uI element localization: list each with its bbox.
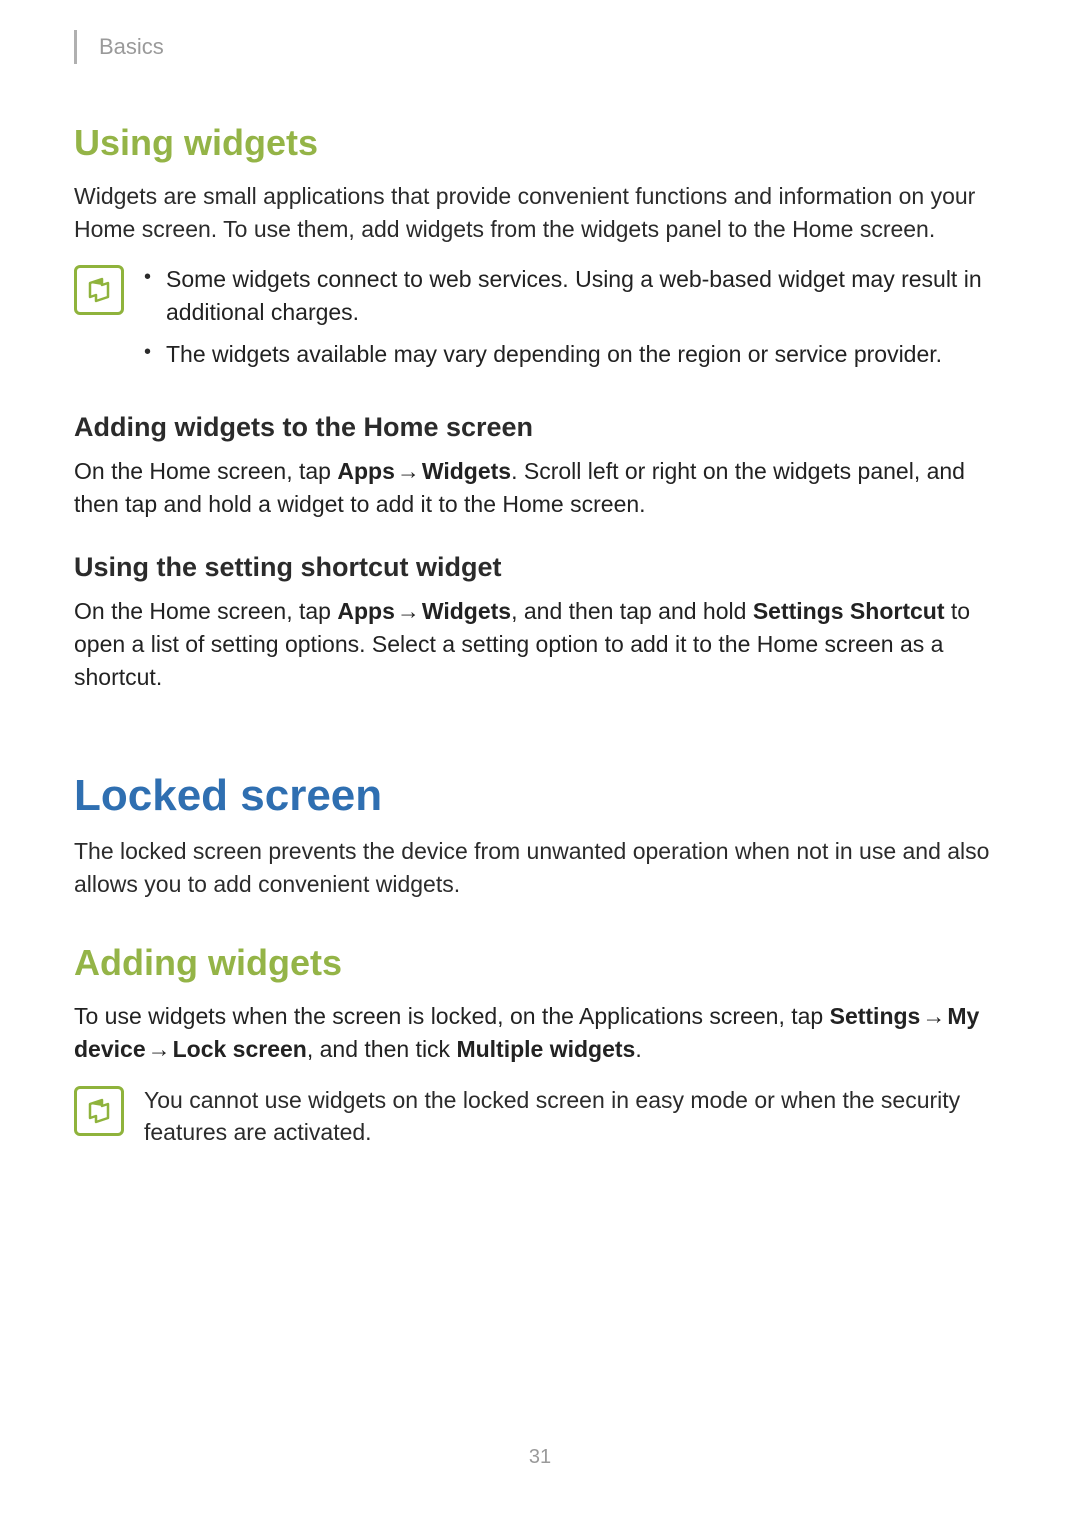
note-bullet-item: Some widgets connect to web services. Us… <box>144 263 1006 327</box>
page-number: 31 <box>0 1446 1080 1469</box>
adding-widgets-home-text: On the Home screen, tap Apps → Widgets. … <box>74 455 1006 520</box>
heading-setting-shortcut-widget: Using the setting shortcut widget <box>74 552 1006 583</box>
setting-shortcut-widget-text: On the Home screen, tap Apps → Widgets, … <box>74 595 1006 693</box>
note-block-widgets: Some widgets connect to web services. Us… <box>74 263 1006 380</box>
note-icon <box>74 1086 124 1136</box>
locked-screen-intro: The locked screen prevents the device fr… <box>74 835 1006 900</box>
adding-widgets-locked-text: To use widgets when the screen is locked… <box>74 1000 1006 1065</box>
page-header: Basics <box>74 30 1006 64</box>
note-locked-text: You cannot use widgets on the locked scr… <box>144 1084 1006 1149</box>
note-bullet-item: The widgets available may vary depending… <box>144 338 1006 370</box>
heading-using-widgets: Using widgets <box>74 122 1006 164</box>
heading-adding-widgets-locked: Adding widgets <box>74 942 1006 984</box>
using-widgets-intro: Widgets are small applications that prov… <box>74 180 1006 245</box>
note-icon <box>74 265 124 315</box>
header-divider <box>74 30 77 64</box>
heading-adding-widgets-home: Adding widgets to the Home screen <box>74 412 1006 443</box>
heading-locked-screen: Locked screen <box>74 771 1006 821</box>
section-label: Basics <box>99 34 164 60</box>
note-bullet-list: Some widgets connect to web services. Us… <box>144 263 1006 370</box>
note-block-locked: You cannot use widgets on the locked scr… <box>74 1084 1006 1149</box>
